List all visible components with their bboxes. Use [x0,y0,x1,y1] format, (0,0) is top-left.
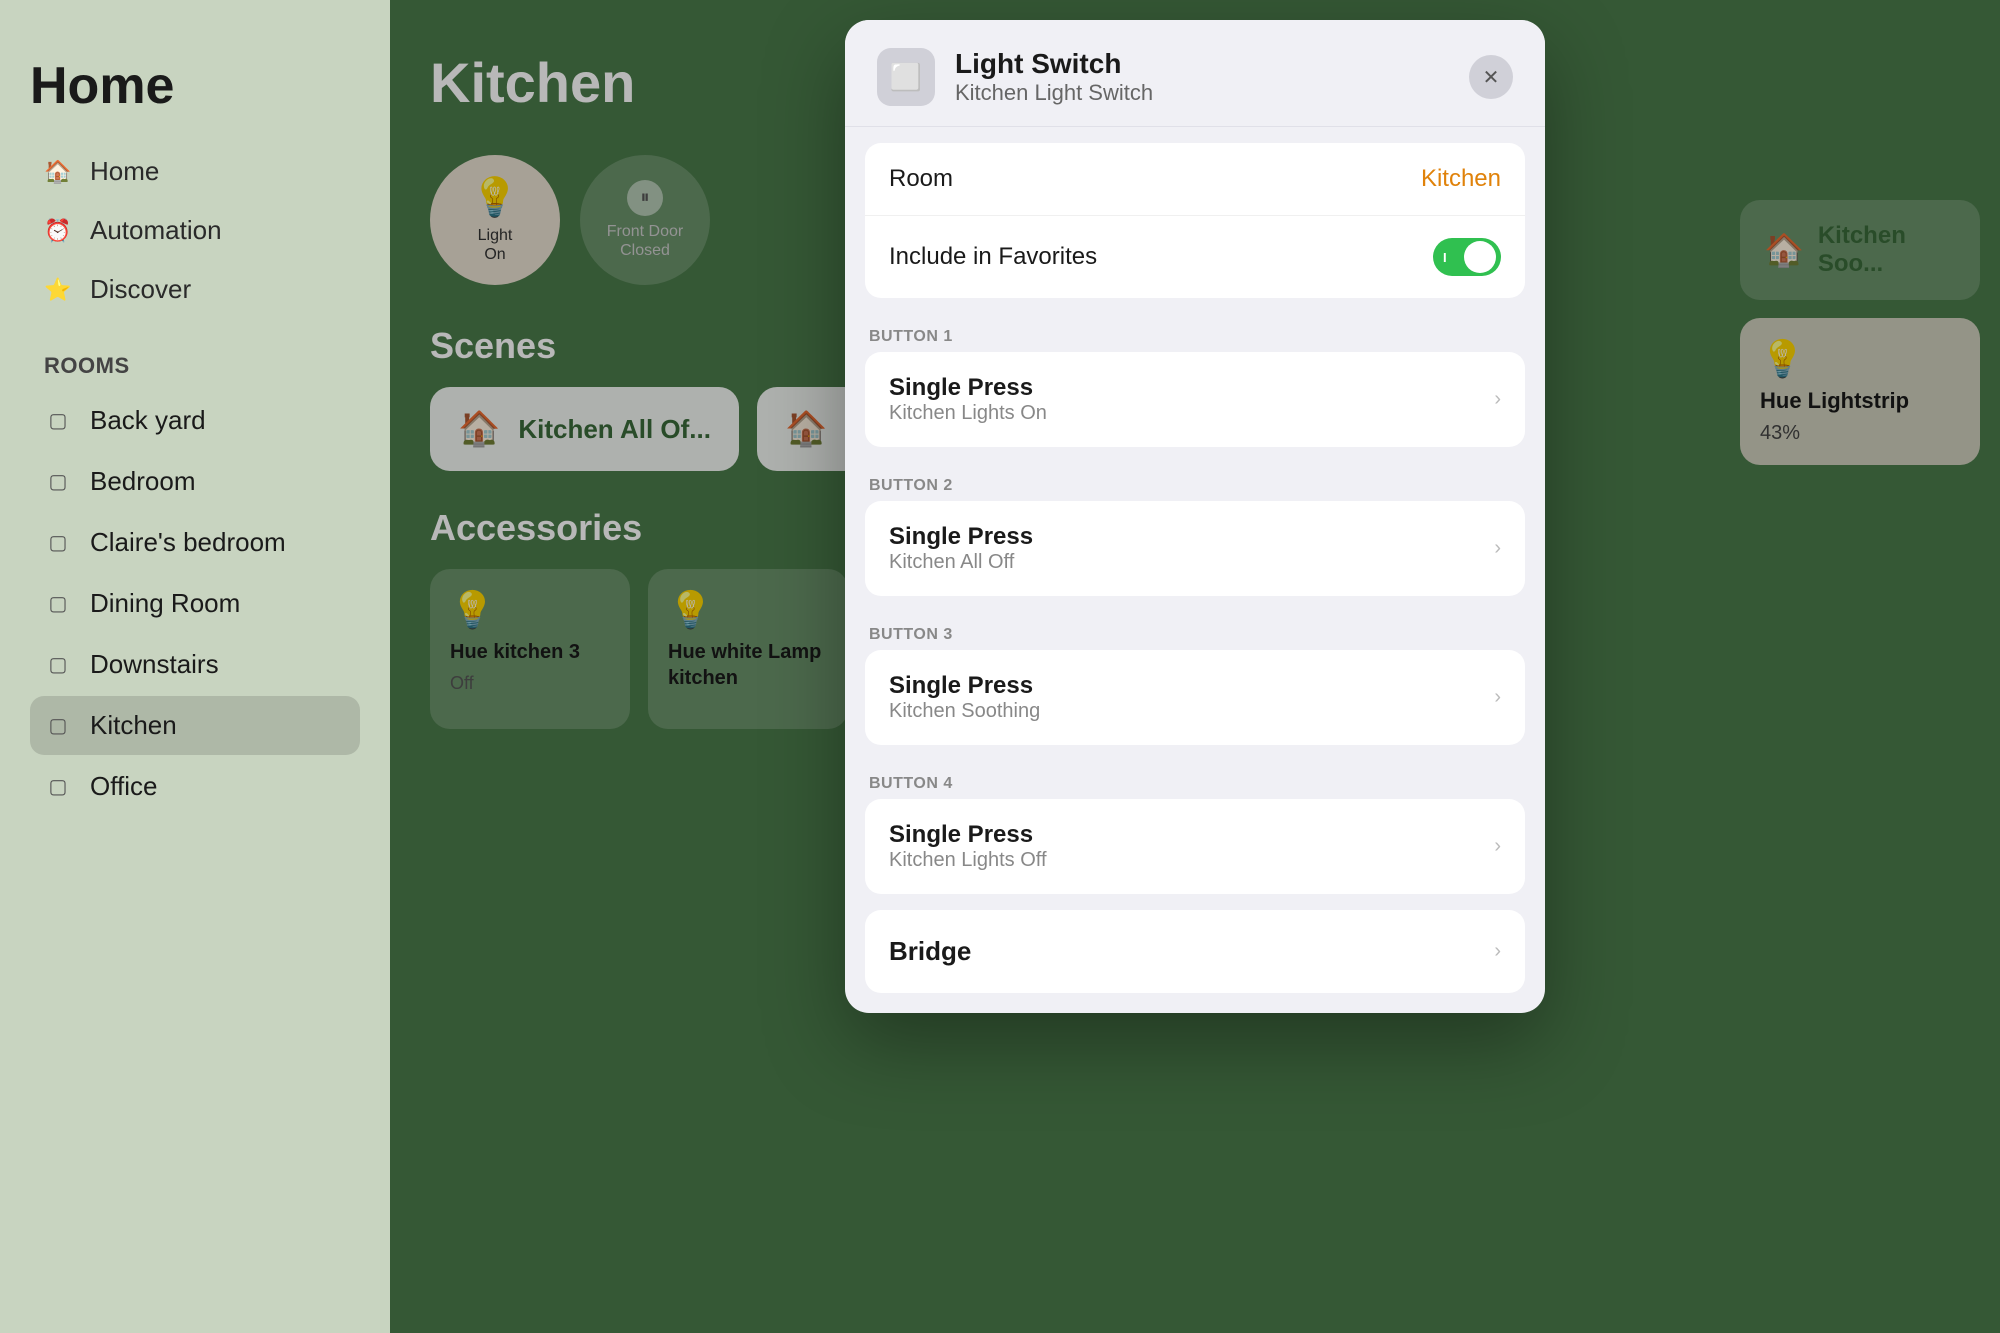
modal-device-icon: ⬜ [877,48,935,106]
room-label-kitchen: Kitchen [90,710,177,741]
modal-close-button[interactable]: ✕ [1469,55,1513,99]
favorites-row: Include in Favorites I [865,216,1525,298]
button3-left: Single Press Kitchen Soothing [889,672,1040,723]
sidebar-item-automation-label: Automation [90,215,222,246]
button1-action: Single Press [889,374,1047,402]
sidebar-item-home[interactable]: 🏠 Home [30,144,360,199]
button3-action: Single Press [889,672,1040,700]
room-label-office: Office [90,771,157,802]
sidebar-nav: 🏠 Home ⏰ Automation ⭐ Discover [30,144,360,317]
button2-row: Single Press Kitchen All Off › [865,501,1525,596]
bridge-section: Bridge › [865,910,1525,993]
sidebar-item-kitchen[interactable]: ▢ Kitchen [30,696,360,755]
button3-header: BUTTON 3 [845,612,1545,650]
room-label: Room [889,165,953,193]
button1-chevron: › [1494,388,1501,411]
modal-header: ⬜ Light Switch Kitchen Light Switch ✕ [845,20,1545,127]
rooms-section-title: Rooms [30,353,360,379]
room-label-bedroom: Bedroom [90,466,196,497]
room-label-downstairs: Downstairs [90,649,219,680]
favorites-toggle[interactable]: I [1433,238,1501,276]
toggle-label: I [1443,250,1447,265]
toggle-knob [1464,241,1496,273]
modal-title-group: Light Switch Kitchen Light Switch [955,48,1449,106]
modal-body: Room Kitchen Include in Favorites I BUTT… [845,143,1545,993]
discover-icon: ⭐ [44,276,72,304]
button3-row: Single Press Kitchen Soothing › [865,650,1525,745]
button2-scene: Kitchen All Off [889,551,1033,574]
sidebar-item-home-label: Home [90,156,159,187]
room-icon-kitchen: ▢ [44,712,72,740]
button4-item[interactable]: Single Press Kitchen Lights Off › [865,799,1525,894]
room-value: Kitchen [1421,165,1501,193]
room-icon-backyard: ▢ [44,407,72,435]
sidebar-item-office[interactable]: ▢ Office [30,757,360,816]
button4-header: BUTTON 4 [845,761,1545,799]
bridge-label: Bridge [889,936,971,967]
sidebar-item-dining-room[interactable]: ▢ Dining Room [30,574,360,633]
room-icon-claires: ▢ [44,529,72,557]
room-icon-bedroom: ▢ [44,468,72,496]
favorites-label: Include in Favorites [889,243,1097,271]
switch-icon: ⬜ [890,62,922,93]
button1-left: Single Press Kitchen Lights On [889,374,1047,425]
button4-action: Single Press [889,821,1047,849]
sidebar-item-discover-label: Discover [90,274,191,305]
button2-chevron: › [1494,537,1501,560]
sidebar-item-bedroom[interactable]: ▢ Bedroom [30,452,360,511]
app-title: Home [30,60,360,112]
sidebar-item-claires-bedroom[interactable]: ▢ Claire's bedroom [30,513,360,572]
button3-scene: Kitchen Soothing [889,700,1040,723]
button1-header: BUTTON 1 [845,314,1545,352]
room-row: Room Kitchen [865,143,1525,216]
main-content: Kitchen 💡 LightOn ⏸ Front DoorClosed Sce… [390,0,2000,1333]
button4-scene: Kitchen Lights Off [889,849,1047,872]
room-label-backyard: Back yard [90,405,206,436]
button1-row: Single Press Kitchen Lights On › [865,352,1525,447]
automation-icon: ⏰ [44,217,72,245]
bridge-chevron: › [1494,940,1501,963]
info-section: Room Kitchen Include in Favorites I [865,143,1525,298]
button2-item[interactable]: Single Press Kitchen All Off › [865,501,1525,596]
sidebar-item-downstairs[interactable]: ▢ Downstairs [30,635,360,694]
room-label-dining: Dining Room [90,588,240,619]
room-icon-downstairs: ▢ [44,651,72,679]
button4-left: Single Press Kitchen Lights Off [889,821,1047,872]
sidebar-item-automation[interactable]: ⏰ Automation [30,203,360,258]
button1-item[interactable]: Single Press Kitchen Lights On › [865,352,1525,447]
button2-left: Single Press Kitchen All Off [889,523,1033,574]
sidebar-item-backyard[interactable]: ▢ Back yard [30,391,360,450]
room-icon-office: ▢ [44,773,72,801]
bridge-row[interactable]: Bridge › [865,910,1525,993]
sidebar: Home 🏠 Home ⏰ Automation ⭐ Discover Room… [0,0,390,1333]
room-label-claires: Claire's bedroom [90,527,286,558]
sidebar-item-discover[interactable]: ⭐ Discover [30,262,360,317]
modal-title: Light Switch [955,48,1449,80]
button2-action: Single Press [889,523,1033,551]
room-icon-dining: ▢ [44,590,72,618]
button4-row: Single Press Kitchen Lights Off › [865,799,1525,894]
button2-header: BUTTON 2 [845,463,1545,501]
button4-chevron: › [1494,835,1501,858]
button1-scene: Kitchen Lights On [889,402,1047,425]
modal: ⬜ Light Switch Kitchen Light Switch ✕ Ro… [845,20,1545,1013]
modal-subtitle: Kitchen Light Switch [955,80,1449,106]
rooms-list: ▢ Back yard ▢ Bedroom ▢ Claire's bedroom… [30,391,360,816]
close-icon: ✕ [1483,65,1500,90]
home-icon: 🏠 [44,158,72,186]
button3-chevron: › [1494,686,1501,709]
button3-item[interactable]: Single Press Kitchen Soothing › [865,650,1525,745]
